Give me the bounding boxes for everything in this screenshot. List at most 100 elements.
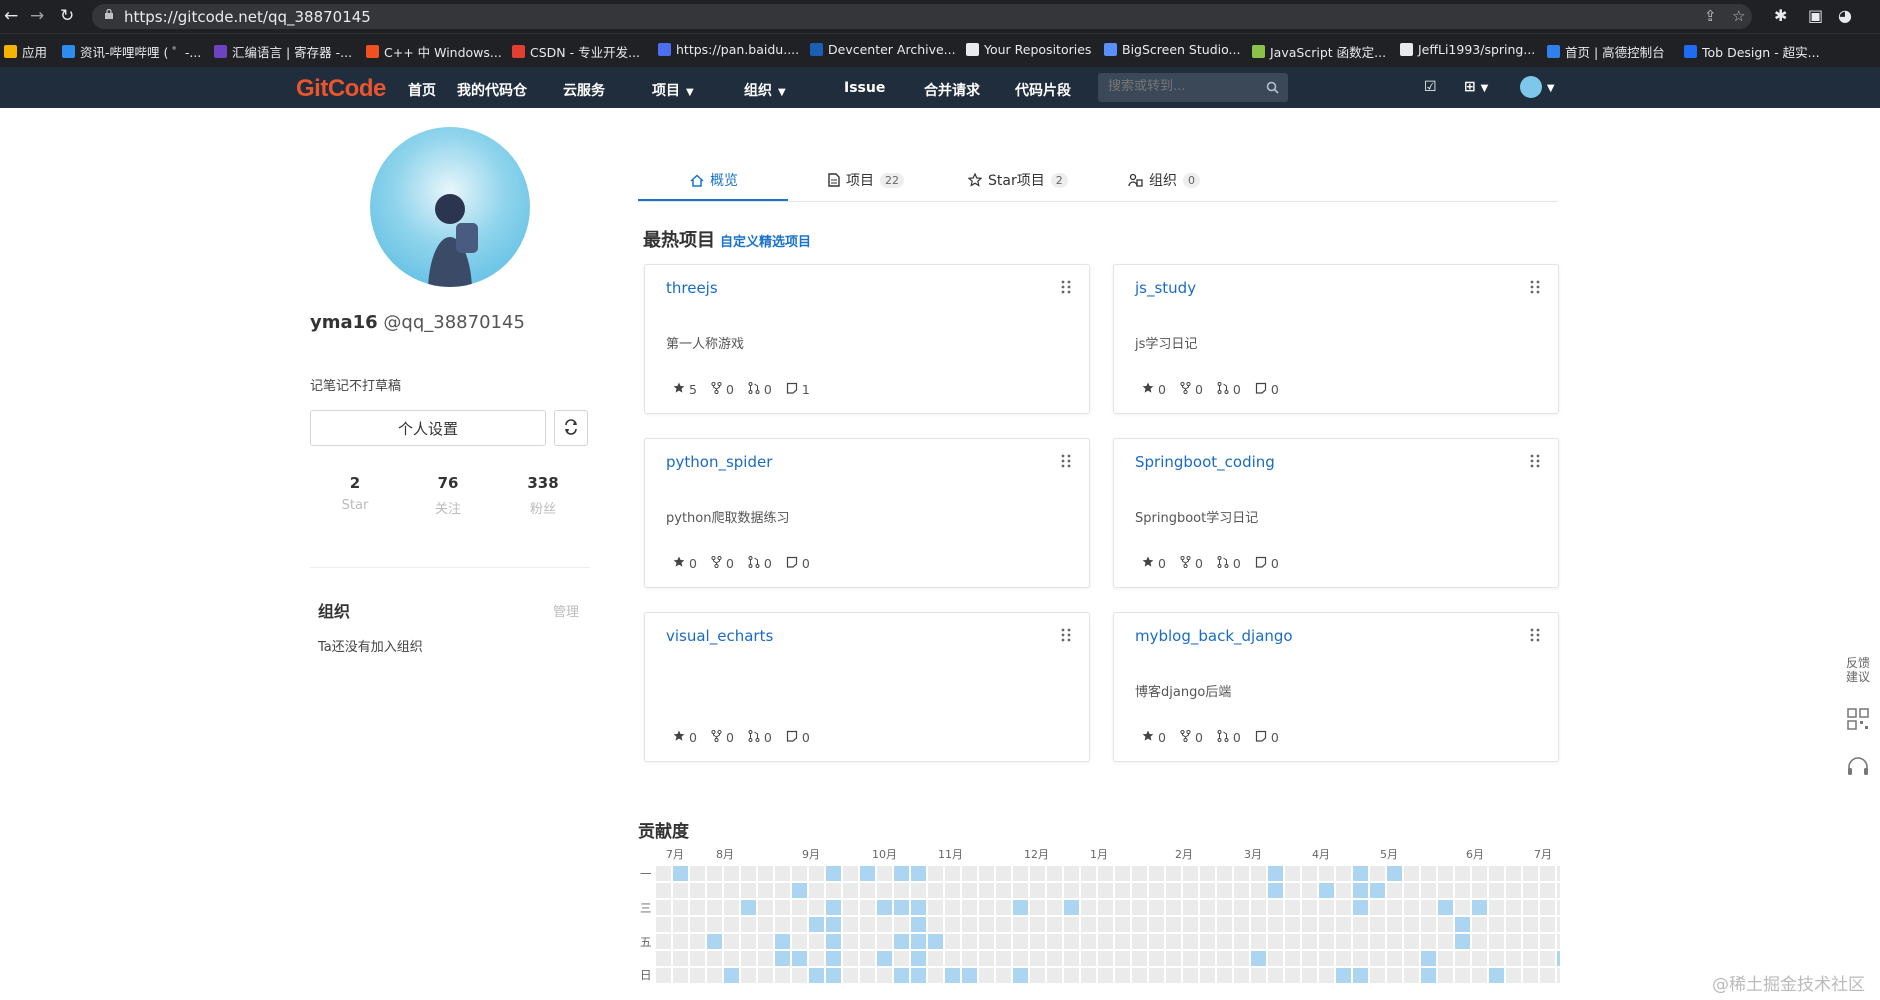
bookmark-item[interactable]: 应用 (4, 42, 47, 61)
contribution-cell[interactable] (962, 968, 977, 983)
contribution-cell[interactable] (1047, 866, 1062, 881)
contribution-cell[interactable] (673, 951, 688, 966)
contribution-cell[interactable] (894, 934, 909, 949)
contribution-cell[interactable] (1387, 900, 1402, 915)
bookmark-item[interactable]: 汇编语言 | 寄存器 -... (214, 42, 352, 61)
contribution-cell[interactable] (877, 951, 892, 966)
contribution-cell[interactable] (1081, 866, 1096, 881)
contribution-cell[interactable] (1030, 917, 1045, 932)
contribution-cell[interactable] (1030, 866, 1045, 881)
contribution-cell[interactable] (1421, 934, 1436, 949)
forward-icon[interactable]: → (30, 6, 44, 26)
personal-settings-button[interactable]: 个人设置 (310, 410, 546, 446)
contribution-cell[interactable] (1506, 934, 1521, 949)
contribution-cell[interactable] (1115, 883, 1130, 898)
contribution-cell[interactable] (1166, 866, 1181, 881)
contribution-cell[interactable] (1336, 951, 1351, 966)
contribution-cell[interactable] (1098, 968, 1113, 983)
contribution-cell[interactable] (996, 900, 1011, 915)
contribution-cell[interactable] (673, 900, 688, 915)
contribution-cell[interactable] (1115, 951, 1130, 966)
contribution-cell[interactable] (1472, 934, 1487, 949)
contribution-cell[interactable] (826, 968, 841, 983)
contribution-cell[interactable] (1217, 900, 1232, 915)
share-icon[interactable]: ⇪ (1704, 7, 1717, 25)
tab-projects[interactable]: 项目 22 (828, 170, 904, 190)
contribution-cell[interactable] (1285, 968, 1300, 983)
bookmark-item[interactable]: BigScreen Studio... (1104, 42, 1240, 57)
contribution-cell[interactable] (1064, 934, 1079, 949)
drag-handle-icon[interactable] (1530, 279, 1540, 298)
contribution-cell[interactable] (1149, 883, 1164, 898)
contribution-cell[interactable] (843, 866, 858, 881)
contribution-cell[interactable] (1030, 883, 1045, 898)
sidepanel-icon[interactable]: ▣ (1808, 6, 1823, 25)
metric-forks[interactable]: 0 (711, 381, 734, 397)
contribution-cell[interactable] (996, 866, 1011, 881)
contribution-cell[interactable] (1217, 951, 1232, 966)
contribution-cell[interactable] (1506, 968, 1521, 983)
contribution-cell[interactable] (1302, 917, 1317, 932)
contribution-cell[interactable] (826, 866, 841, 881)
contribution-cell[interactable] (792, 900, 807, 915)
nav-projects[interactable]: 项目 ▼ (652, 80, 694, 100)
drag-handle-icon[interactable] (1530, 627, 1540, 646)
metric-issues[interactable]: 0 (786, 730, 810, 745)
contribution-cell[interactable] (673, 917, 688, 932)
contribution-cell[interactable] (656, 883, 671, 898)
feedback-button[interactable]: 反馈建议 (1836, 656, 1880, 684)
contribution-cell[interactable] (1387, 951, 1402, 966)
drag-handle-icon[interactable] (1061, 279, 1071, 298)
contribution-cell[interactable] (1336, 968, 1351, 983)
contribution-cell[interactable] (1251, 934, 1266, 949)
contribution-cell[interactable] (1132, 934, 1147, 949)
metric-issues[interactable]: 1 (786, 382, 810, 397)
contribution-cell[interactable] (1557, 900, 1560, 915)
contribution-cell[interactable] (1047, 934, 1062, 949)
bookmark-item[interactable]: CSDN - 专业开发... (512, 42, 640, 61)
contribution-cell[interactable] (1132, 900, 1147, 915)
contribution-cell[interactable] (1268, 934, 1283, 949)
contribution-cell[interactable] (724, 934, 739, 949)
contribution-cell[interactable] (741, 968, 756, 983)
contribution-cell[interactable] (1030, 951, 1045, 966)
contribution-cell[interactable] (826, 883, 841, 898)
contribution-cell[interactable] (1438, 968, 1453, 983)
contribution-cell[interactable] (1506, 917, 1521, 932)
contribution-cell[interactable] (826, 917, 841, 932)
contribution-cell[interactable] (775, 866, 790, 881)
contribution-cell[interactable] (979, 968, 994, 983)
contribution-cell[interactable] (1166, 968, 1181, 983)
contribution-cell[interactable] (1234, 968, 1249, 983)
contribution-cell[interactable] (792, 917, 807, 932)
back-icon[interactable]: ← (4, 6, 18, 26)
contribution-cell[interactable] (1557, 866, 1560, 881)
contribution-cell[interactable] (707, 917, 722, 932)
contribution-cell[interactable] (1013, 917, 1028, 932)
contribution-cell[interactable] (843, 968, 858, 983)
nav-snippets[interactable]: 代码片段 (1015, 80, 1071, 100)
contribution-cell[interactable] (928, 951, 943, 966)
contribution-cell[interactable] (860, 951, 875, 966)
contribution-cell[interactable] (1302, 968, 1317, 983)
contribution-cell[interactable] (1319, 866, 1334, 881)
contribution-cell[interactable] (826, 951, 841, 966)
contribution-cell[interactable] (1319, 968, 1334, 983)
bookmark-item[interactable]: 首页 | 高德控制台 (1547, 42, 1665, 61)
contribution-cell[interactable] (1064, 968, 1079, 983)
metric-issues[interactable]: 0 (786, 556, 810, 571)
contribution-cell[interactable] (1234, 934, 1249, 949)
contribution-cell[interactable] (1132, 951, 1147, 966)
project-name-link[interactable]: visual_echarts (666, 627, 773, 645)
contribution-cell[interactable] (758, 900, 773, 915)
contribution-cell[interactable] (707, 951, 722, 966)
contribution-cell[interactable] (1421, 883, 1436, 898)
contribution-cell[interactable] (1081, 968, 1096, 983)
contribution-cell[interactable] (1302, 866, 1317, 881)
nav-merge-requests[interactable]: 合并请求 (924, 80, 980, 100)
contribution-cell[interactable] (979, 883, 994, 898)
contribution-cell[interactable] (1472, 917, 1487, 932)
contribution-cell[interactable] (1506, 866, 1521, 881)
contribution-cell[interactable] (860, 934, 875, 949)
drag-handle-icon[interactable] (1061, 627, 1071, 646)
